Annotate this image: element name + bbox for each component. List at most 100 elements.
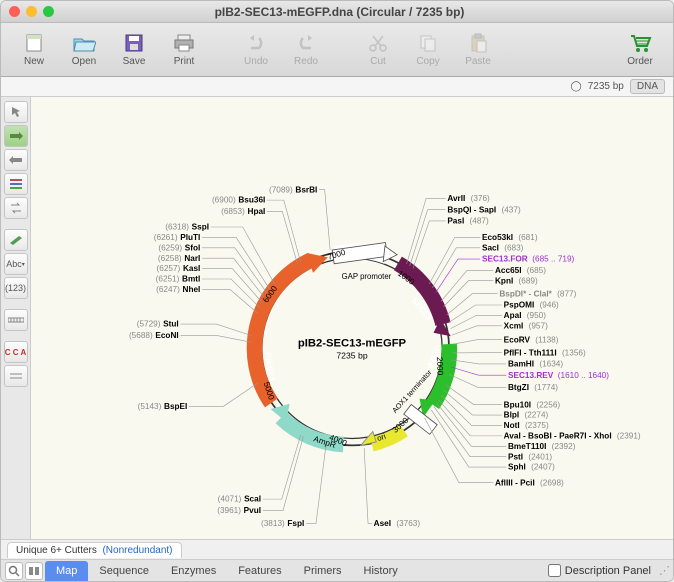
new-icon	[22, 32, 46, 54]
site-label[interactable]: (6257) KasI	[157, 263, 201, 274]
tab-enzymes[interactable]: Enzymes	[160, 561, 227, 581]
site-label[interactable]: AflIII - PciI (2698)	[495, 477, 564, 488]
copy-icon	[416, 32, 440, 54]
tool-probe[interactable]	[4, 229, 28, 251]
site-label[interactable]: (6318) SspI	[165, 222, 209, 233]
tool-swap[interactable]	[4, 197, 28, 219]
site-label[interactable]: (6259) SfoI	[158, 242, 200, 253]
redo-button[interactable]: Redo	[283, 27, 329, 73]
site-label[interactable]: BspDI* - ClaI* (877)	[499, 288, 576, 299]
site-label[interactable]: PstI (2401)	[508, 451, 552, 462]
cut-button[interactable]: Cut	[355, 27, 401, 73]
site-label[interactable]: (5688) EcoNI	[129, 330, 179, 341]
undo-icon	[244, 32, 268, 54]
site-label[interactable]: (6900) Bsu36I	[212, 195, 265, 206]
site-label[interactable]: (5143) BspEI	[138, 401, 188, 412]
site-label[interactable]: (6251) BmtI	[156, 274, 201, 285]
site-label[interactable]: NotI (2375)	[504, 420, 549, 431]
paste-icon	[466, 32, 490, 54]
save-button[interactable]: Save	[111, 27, 157, 73]
tool-translate[interactable]: Abc▾	[4, 253, 28, 275]
site-label[interactable]: EcoRV (1138)	[504, 334, 559, 345]
close-window-icon[interactable]	[9, 6, 20, 17]
site-label[interactable]: PasI (487)	[447, 216, 489, 227]
site-label[interactable]: SphI (2407)	[508, 462, 555, 473]
site-label[interactable]: PspOMI (946)	[504, 300, 559, 311]
site-label[interactable]: KpnI (689)	[495, 275, 538, 286]
save-icon	[122, 32, 146, 54]
site-label[interactable]: SEC13.REV (1610 .. 1640)	[508, 371, 609, 380]
tab-primers[interactable]: Primers	[293, 561, 353, 581]
site-label[interactable]: PflFI - Tth111I (1356)	[504, 347, 586, 358]
open-folder-icon	[72, 32, 96, 54]
tool-arrow-right[interactable]	[4, 125, 28, 147]
site-label[interactable]: BlpI (2274)	[504, 410, 549, 421]
minimize-window-icon[interactable]	[26, 6, 37, 17]
site-label[interactable]: (3813) FspI	[261, 518, 304, 529]
paste-button[interactable]: Paste	[455, 27, 501, 73]
site-label[interactable]: SacI (683)	[482, 242, 524, 253]
site-label[interactable]: (5729) StuI	[137, 319, 179, 330]
tab-features[interactable]: Features	[227, 561, 292, 581]
tool-numbering[interactable]: (123)	[4, 277, 28, 299]
site-label[interactable]: SEC13.FOR (685 .. 719)	[482, 255, 575, 264]
cart-icon	[628, 32, 652, 54]
open-button[interactable]: Open	[61, 27, 107, 73]
site-label[interactable]: BamHI (1634)	[508, 359, 563, 370]
site-label[interactable]: (6258) NarI	[158, 253, 200, 264]
tool-colors[interactable]: C C A	[4, 341, 28, 363]
titlebar: pIB2-SEC13-mEGFP.dna (Circular / 7235 bp…	[1, 1, 673, 23]
traffic-lights[interactable]	[9, 6, 54, 17]
site-label[interactable]: (7089) BsrBI	[269, 184, 317, 195]
order-button[interactable]: Order	[617, 27, 663, 73]
site-label[interactable]: Acc65I (685)	[495, 265, 546, 276]
undo-button[interactable]: Undo	[233, 27, 279, 73]
window-title: pIB2-SEC13-mEGFP.dna (Circular / 7235 bp…	[54, 5, 625, 19]
search-button[interactable]	[5, 562, 23, 580]
tab-map[interactable]: Map	[45, 561, 88, 581]
view-tabs: MapSequenceEnzymesFeaturesPrimersHistory…	[1, 559, 673, 581]
svg-text:GAP promoter: GAP promoter	[342, 272, 392, 281]
topology-icon: ◯	[571, 81, 582, 92]
size-label: 7235 bp	[588, 81, 624, 92]
tool-cursor[interactable]	[4, 101, 28, 123]
moltype-pill: DNA	[630, 79, 665, 94]
left-toolbar: Abc▾ (123) C C A	[1, 97, 31, 539]
description-panel-checkbox[interactable]	[548, 564, 561, 577]
site-label[interactable]: (4071) ScaI	[218, 494, 261, 505]
plasmid-name: pIB2-SEC13-mEGFP	[298, 338, 407, 350]
site-label[interactable]: BmeT110I (2392)	[508, 441, 576, 452]
tool-arrow-left[interactable]	[4, 149, 28, 171]
description-panel-label: Description Panel	[565, 565, 651, 577]
site-label[interactable]: AseI (3763)	[374, 518, 421, 529]
plasmid-size: 7235 bp	[336, 351, 367, 361]
site-label[interactable]: Eco53kI (681)	[482, 232, 538, 243]
site-label[interactable]: (6261) PluTI	[154, 232, 201, 243]
site-label[interactable]: BspQI - SapI (437)	[447, 204, 521, 215]
tool-ruler[interactable]	[4, 309, 28, 331]
copy-button[interactable]: Copy	[405, 27, 451, 73]
toolbar: New Open Save Print Undo Redo Cut	[1, 23, 673, 77]
new-button[interactable]: New	[11, 27, 57, 73]
redo-icon	[294, 32, 318, 54]
site-label[interactable]: (6247) NheI	[156, 284, 200, 295]
site-label[interactable]: AvrII (376)	[447, 193, 490, 204]
site-label[interactable]: (3961) PvuI	[217, 505, 261, 516]
tab-history[interactable]: History	[353, 561, 409, 581]
site-label[interactable]: ApaI (950)	[504, 310, 547, 321]
cutters-bar: Unique 6+ Cutters (Nonredundant)	[1, 539, 673, 559]
site-label[interactable]: BtgZI (1774)	[508, 382, 558, 393]
tool-bars[interactable]	[4, 173, 28, 195]
site-label[interactable]: XcmI (957)	[504, 320, 548, 331]
print-button[interactable]: Print	[161, 27, 207, 73]
tab-sequence[interactable]: Sequence	[88, 561, 160, 581]
resize-grip-icon[interactable]: ⋰	[659, 564, 669, 577]
cutters-tab[interactable]: Unique 6+ Cutters (Nonredundant)	[7, 542, 182, 558]
site-label[interactable]: AvaI - BsoBI - PaeR7I - XhoI (2391)	[504, 430, 641, 441]
tool-strand[interactable]	[4, 365, 28, 387]
site-label[interactable]: Bpu10I (2256)	[504, 399, 561, 410]
plasmid-map[interactable]: 1000 2000 3000 4000 5000 6000 7000 GAP p…	[31, 97, 673, 539]
zoom-window-icon[interactable]	[43, 6, 54, 17]
site-label[interactable]: (6853) HpaI	[221, 206, 265, 217]
show-minimap-button[interactable]	[25, 562, 43, 580]
